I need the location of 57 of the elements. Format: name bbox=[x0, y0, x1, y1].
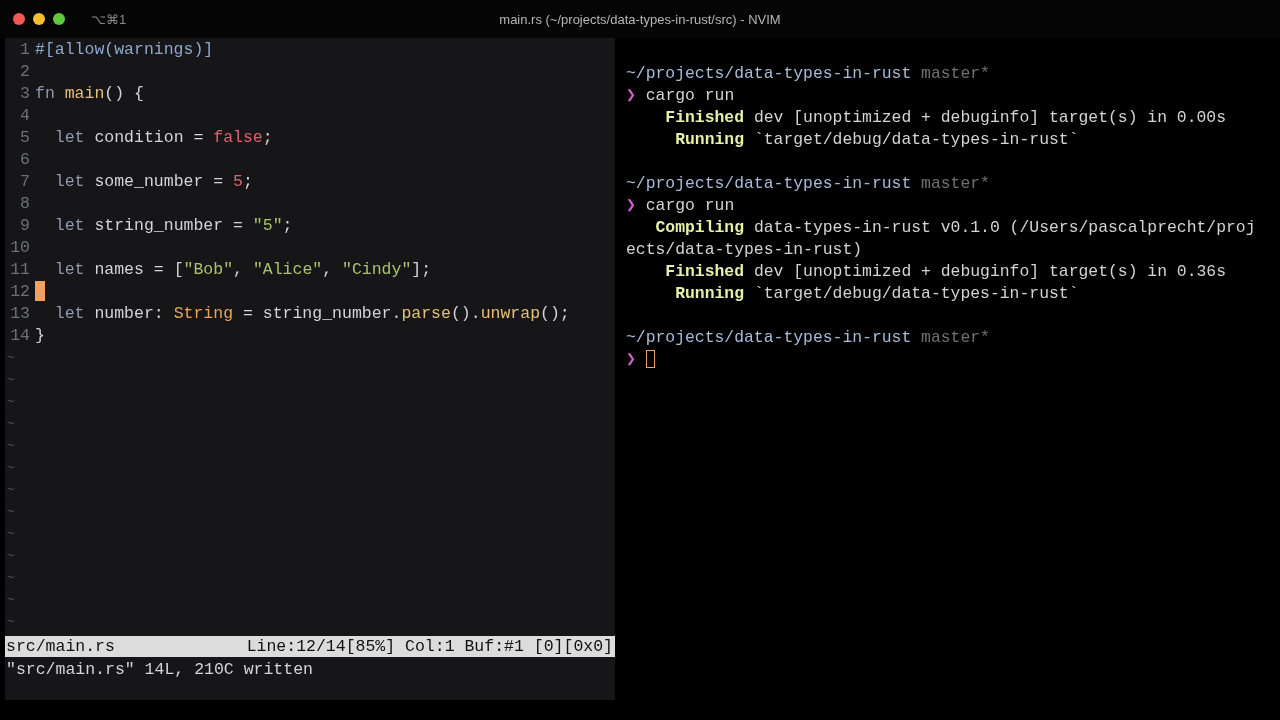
line-number: 5 bbox=[19, 127, 30, 147]
line-number: 1 bbox=[19, 39, 30, 59]
line-number: 12 bbox=[9, 281, 30, 301]
terminal-cursor bbox=[645, 350, 655, 368]
empty-line-marker: ~ bbox=[7, 591, 15, 607]
line-number: 2 bbox=[19, 61, 30, 81]
empty-line-marker: ~ bbox=[7, 613, 15, 629]
code-line: } bbox=[35, 325, 45, 345]
line-number: 3 bbox=[19, 83, 30, 103]
line-number: 10 bbox=[9, 237, 30, 257]
empty-line-marker: ~ bbox=[7, 393, 15, 409]
empty-line-marker: ~ bbox=[7, 415, 15, 431]
terminal-line: ❯ cargo run bbox=[626, 195, 735, 215]
empty-line-marker: ~ bbox=[7, 547, 15, 563]
command-message: "src/main.rs" 14L, 210C written bbox=[6, 659, 313, 679]
terminal-line: ~/projects/data-types-in-rust master* bbox=[626, 173, 990, 193]
terminal-line: Finished dev [unoptimized + debuginfo] target(s) in 0.36s bbox=[664, 261, 1226, 281]
terminal-line: ~/projects/data-types-in-rust master* bbox=[626, 327, 990, 347]
status-file: src/main.rs bbox=[6, 637, 115, 656]
text-cursor bbox=[35, 281, 45, 301]
empty-line-marker: ~ bbox=[7, 569, 15, 585]
code-line: let some_number = 5; bbox=[53, 171, 253, 191]
terminal-line: ❯ bbox=[626, 349, 636, 369]
code-line: let number: String = string_number.parse().unwrap(); bbox=[53, 303, 570, 323]
terminal-line: ects/data-types-in-rust) bbox=[626, 239, 863, 259]
line-number: 14 bbox=[9, 325, 30, 345]
line-number: 11 bbox=[9, 259, 30, 279]
code-line: fn main() { bbox=[35, 83, 144, 103]
status-position: Line:12/14[85%] Col:1 Buf:#1 [0][0x0] bbox=[246, 637, 613, 656]
code-line: let names = ["Bob", "Alice", "Cindy"]; bbox=[53, 259, 432, 279]
line-number: 13 bbox=[9, 303, 30, 323]
minimize-button[interactable] bbox=[33, 13, 45, 25]
window-title: main.rs (~/projects/data-types-in-rust/src) - NVIM bbox=[499, 11, 781, 27]
line-number: 4 bbox=[19, 105, 30, 125]
line-number: 6 bbox=[19, 149, 30, 169]
terminal-line: Compiling data-types-in-rust v0.1.0 (/Users/pascalprecht/proj bbox=[654, 217, 1256, 237]
line-number: 8 bbox=[19, 193, 30, 213]
empty-line-marker: ~ bbox=[7, 371, 15, 387]
code-line: let condition = false; bbox=[53, 127, 273, 147]
empty-line-marker: ~ bbox=[7, 503, 15, 519]
terminal-line: ~/projects/data-types-in-rust master* bbox=[626, 63, 990, 83]
terminal-line: Running `target/debug/data-types-in-rust` bbox=[674, 283, 1079, 303]
code-line: #[allow(warnings)] bbox=[35, 39, 214, 59]
empty-line-marker: ~ bbox=[7, 349, 15, 365]
empty-line-marker: ~ bbox=[7, 459, 15, 475]
close-button[interactable] bbox=[13, 13, 25, 25]
empty-line-marker: ~ bbox=[7, 437, 15, 453]
empty-line-marker: ~ bbox=[7, 481, 15, 497]
terminal-line: Running `target/debug/data-types-in-rust` bbox=[674, 129, 1079, 149]
empty-line-marker: ~ bbox=[7, 525, 15, 541]
code-line: let string_number = "5"; bbox=[53, 215, 293, 235]
zoom-button[interactable] bbox=[53, 13, 65, 25]
terminal-line: Finished dev [unoptimized + debuginfo] target(s) in 0.00s bbox=[664, 107, 1226, 127]
tab-shortcut: ⌥⌘1 bbox=[91, 11, 127, 27]
line-number: 9 bbox=[19, 215, 30, 235]
line-number: 7 bbox=[19, 171, 30, 191]
terminal-line: ❯ cargo run bbox=[626, 85, 735, 105]
